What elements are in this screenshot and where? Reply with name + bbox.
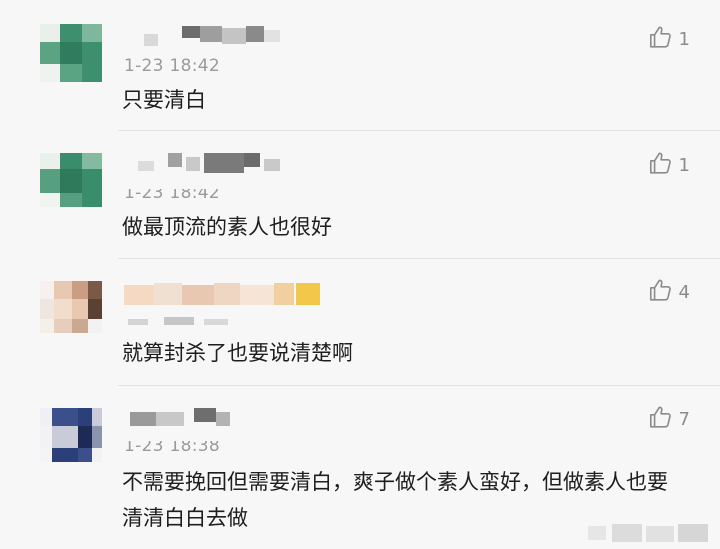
thumbs-up-icon <box>647 150 673 181</box>
thumbs-up-icon <box>647 404 673 435</box>
like-count: 1 <box>678 155 690 176</box>
like-button[interactable]: 7 <box>647 404 690 435</box>
username-blurred[interactable] <box>124 279 324 305</box>
comment-text: 只要清白 <box>122 88 206 112</box>
username-blurred[interactable] <box>124 151 294 177</box>
thumbs-up-icon <box>647 24 673 55</box>
like-button[interactable]: 4 <box>647 277 690 308</box>
avatar[interactable] <box>40 153 102 211</box>
like-button[interactable]: 1 <box>647 24 690 55</box>
comment-text: 就算封杀了也要说清楚啊 <box>122 341 353 365</box>
comment-timestamp: 1-23 18:42 <box>124 56 220 76</box>
timestamp-blurred <box>124 317 244 329</box>
watermark-blurred <box>560 518 720 549</box>
thumbs-up-icon <box>647 277 673 308</box>
like-count: 7 <box>678 409 690 430</box>
avatar[interactable] <box>40 408 102 466</box>
comment-timestamp: 1-23 18:42 <box>124 183 220 203</box>
username-blurred[interactable] <box>124 24 284 50</box>
avatar[interactable] <box>40 24 102 82</box>
like-count: 1 <box>678 29 690 50</box>
avatar[interactable] <box>40 281 102 339</box>
like-button[interactable]: 1 <box>647 150 690 181</box>
comment-text: 做最顶流的素人也很好 <box>122 215 332 239</box>
comment-item: 1-23 18:42 只要清白 1 <box>0 0 720 130</box>
comment-item: 1-23 18:42 做最顶流的素人也很好 1 <box>0 131 720 258</box>
like-count: 4 <box>678 282 690 303</box>
username-blurred[interactable] <box>124 408 244 434</box>
comment-item: 就算封杀了也要说清楚啊 4 <box>0 259 720 385</box>
comment-timestamp: 1-23 18:38 <box>124 436 220 456</box>
